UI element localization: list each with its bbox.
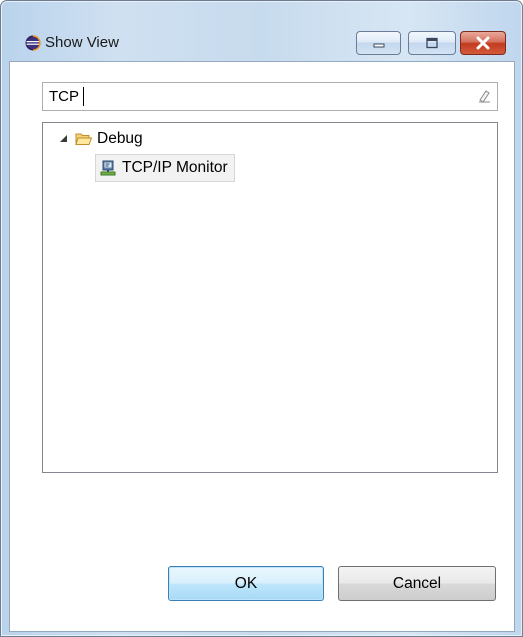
maximize-button[interactable] xyxy=(408,31,456,55)
close-icon xyxy=(476,36,490,50)
clear-eraser-icon[interactable] xyxy=(477,89,491,103)
cancel-button[interactable]: Cancel xyxy=(338,566,496,601)
filter-input[interactable]: TCP xyxy=(42,82,498,111)
minimize-icon xyxy=(373,43,384,48)
eclipse-icon xyxy=(25,35,41,51)
filter-value: TCP xyxy=(49,88,79,105)
tcp-ip-monitor-icon xyxy=(100,160,116,176)
minimize-button[interactable] xyxy=(356,31,401,55)
text-caret xyxy=(83,87,84,106)
ok-button[interactable]: OK xyxy=(168,566,324,601)
open-folder-icon xyxy=(75,133,92,145)
view-tree[interactable]: Debug TCP/IP Monitor xyxy=(42,122,498,473)
show-view-dialog: Show View TCP Debug TCP/IP Monitor OK Ca… xyxy=(0,0,523,637)
expanded-triangle-icon[interactable] xyxy=(59,134,69,144)
tree-item-label: TCP/IP Monitor xyxy=(122,159,228,176)
dialog-title: Show View xyxy=(45,34,119,51)
dialog-content: TCP Debug TCP/IP Monitor OK Cancel xyxy=(9,61,515,632)
tree-item-label: Debug xyxy=(97,130,143,147)
title-bar[interactable] xyxy=(1,1,522,31)
maximize-icon xyxy=(426,37,438,49)
tree-item-tcp-ip-monitor[interactable]: TCP/IP Monitor xyxy=(95,154,235,182)
tree-item-debug[interactable]: Debug xyxy=(59,127,143,151)
close-button[interactable] xyxy=(460,31,506,55)
